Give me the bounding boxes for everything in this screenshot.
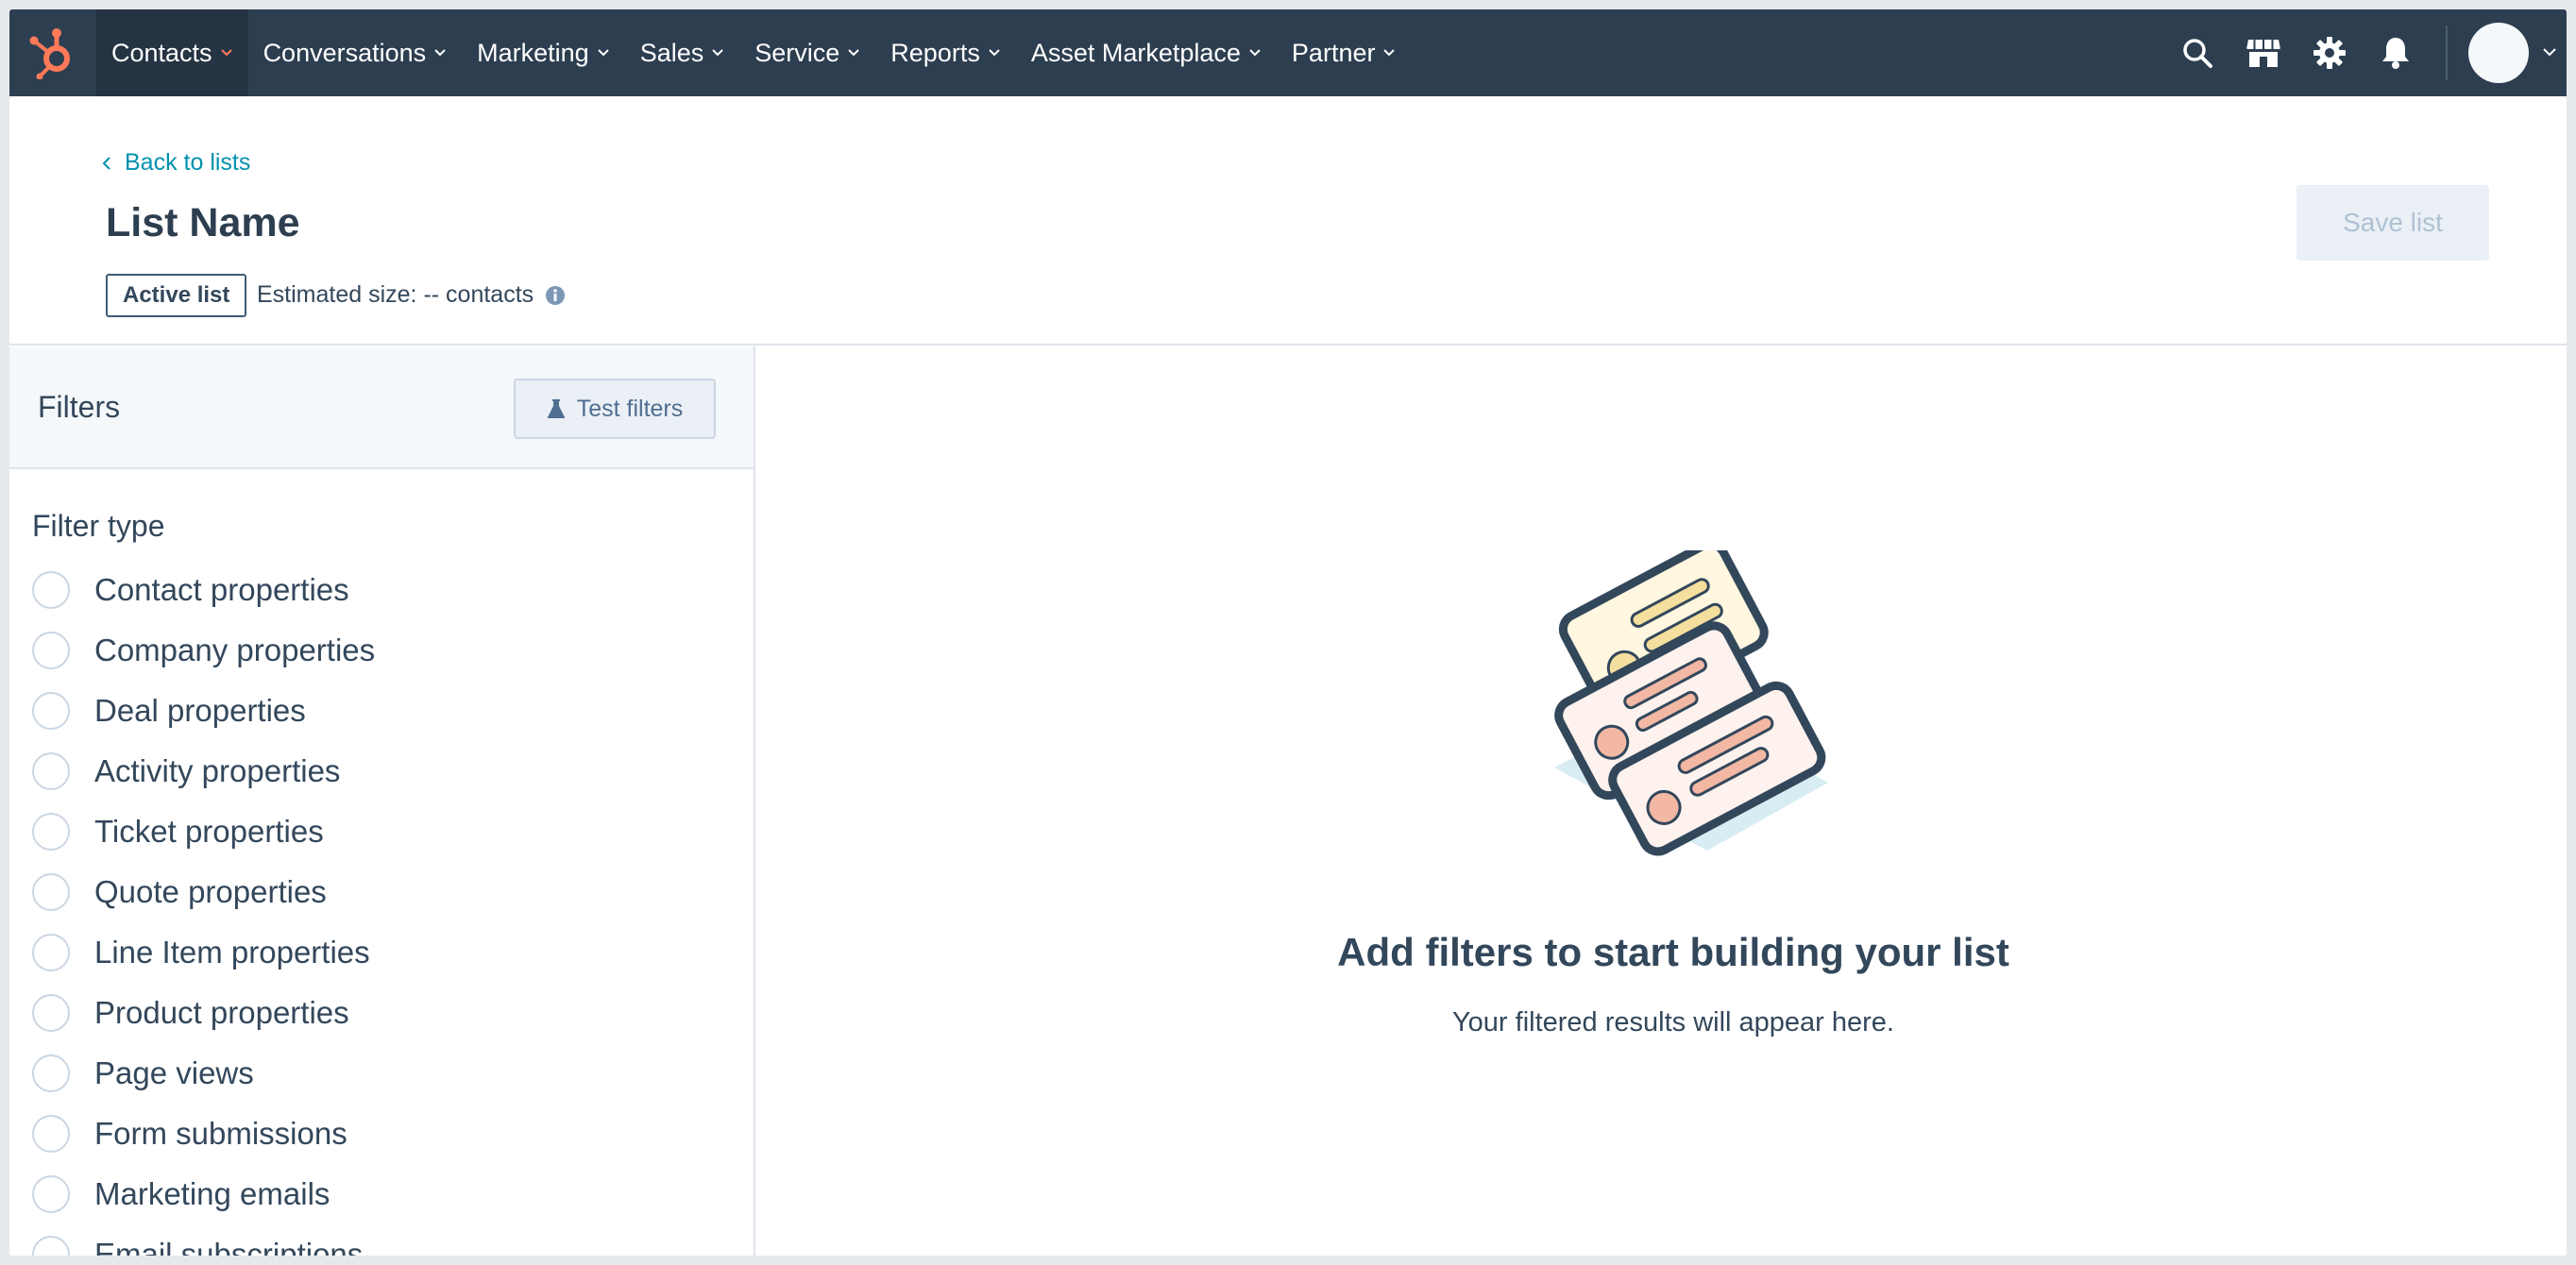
filter-type-label: Marketing emails (94, 1176, 330, 1211)
nav-divider (2446, 25, 2448, 80)
nav-marketing[interactable]: Marketing (462, 9, 625, 96)
back-to-lists-link[interactable]: Back to lists (102, 149, 250, 177)
bell-icon[interactable] (2363, 9, 2429, 96)
test-filters-button[interactable]: Test filters (514, 379, 716, 439)
back-to-lists-label: Back to lists (125, 149, 251, 176)
filter-type-company-properties[interactable]: Company properties (32, 620, 375, 681)
filter-type-label: Quote properties (94, 874, 327, 909)
filter-type-label: Line Item properties (94, 935, 370, 970)
filters-title: Filters (38, 390, 121, 424)
filter-type-ticket-properties[interactable]: Ticket properties (32, 801, 375, 862)
nav-marketing-label: Marketing (477, 38, 589, 67)
account-menu[interactable] (2468, 23, 2567, 83)
nav-conversations-label: Conversations (263, 38, 427, 67)
nav-contacts-label: Contacts (111, 38, 212, 67)
estimated-size-text: Estimated size: -- contacts (257, 281, 534, 308)
chevron-down-icon (1248, 48, 1262, 58)
nav-reports-label: Reports (890, 38, 980, 67)
search-icon[interactable] (2164, 9, 2230, 96)
filter-type-contact-properties[interactable]: Contact properties (32, 560, 375, 620)
info-icon[interactable] (545, 285, 566, 306)
chevron-down-icon (597, 48, 610, 58)
chevron-down-icon (220, 48, 233, 58)
radio-button[interactable] (32, 994, 70, 1032)
filter-type-product-properties[interactable]: Product properties (32, 983, 375, 1043)
chevron-down-icon (847, 48, 860, 58)
radio-button[interactable] (32, 1115, 70, 1153)
filter-type-quote-properties[interactable]: Quote properties (32, 862, 375, 922)
nav-service-label: Service (754, 38, 840, 67)
filter-type-deal-properties[interactable]: Deal properties (32, 681, 375, 741)
flask-icon (547, 398, 566, 419)
nav-asset-marketplace[interactable]: Asset Marketplace (1016, 9, 1277, 96)
top-navigation: Contacts Conversations Marketing Sales S… (9, 9, 2567, 96)
filter-type-label: Contact properties (94, 572, 349, 607)
chevron-down-icon (2542, 44, 2557, 61)
empty-state-subtitle: Your filtered results will appear here. (1451, 1007, 1894, 1037)
filter-type-label: Form submissions (94, 1116, 347, 1151)
radio-button[interactable] (32, 752, 70, 790)
empty-state-title: Add filters to start building your list (1337, 930, 2009, 974)
radio-button[interactable] (32, 1054, 70, 1092)
radio-button[interactable] (32, 813, 70, 851)
radio-button[interactable] (32, 571, 70, 609)
nav-reports[interactable]: Reports (875, 9, 1016, 96)
filter-type-label: Page views (94, 1055, 254, 1090)
filter-type-label: Activity properties (94, 753, 341, 788)
filter-type-label: Product properties (94, 995, 349, 1030)
save-list-button[interactable]: Save list (2296, 185, 2489, 261)
hubspot-logo-icon[interactable] (9, 9, 96, 96)
nav-asset-marketplace-label: Asset Marketplace (1030, 38, 1241, 67)
filter-type-marketing-emails[interactable]: Marketing emails (32, 1164, 375, 1224)
radio-button[interactable] (32, 1236, 70, 1256)
filter-type-form-submissions[interactable]: Form submissions (32, 1104, 375, 1164)
filter-type-label: Ticket properties (94, 814, 324, 849)
filter-type-label: Deal properties (94, 693, 306, 728)
chevron-down-icon (711, 48, 724, 58)
radio-button[interactable] (32, 632, 70, 669)
nav-conversations[interactable]: Conversations (248, 9, 463, 96)
nav-partner[interactable]: Partner (1277, 9, 1412, 96)
estimated-size: Estimated size: -- contacts (257, 281, 566, 309)
radio-button[interactable] (32, 934, 70, 971)
results-panel: Add filters to start building your list … (755, 346, 2567, 1256)
marketplace-icon[interactable] (2230, 9, 2296, 96)
chevron-down-icon (1382, 48, 1396, 58)
chevron-left-icon (102, 156, 111, 171)
filter-type-heading: Filter type (32, 509, 165, 543)
filters-panel-header: Filters Test filters (9, 346, 754, 469)
chevron-down-icon (988, 48, 1001, 58)
radio-button[interactable] (32, 873, 70, 911)
page-title[interactable]: List Name (106, 200, 300, 246)
filter-type-activity-properties[interactable]: Activity properties (32, 741, 375, 801)
app-window: Contacts Conversations Marketing Sales S… (9, 9, 2567, 1256)
filter-type-line-item-properties[interactable]: Line Item properties (32, 922, 375, 983)
nav-partner-label: Partner (1291, 38, 1376, 67)
avatar (2468, 23, 2529, 83)
nav-service[interactable]: Service (739, 9, 875, 96)
nav-sales[interactable]: Sales (625, 9, 740, 96)
nav-sales-label: Sales (639, 38, 704, 67)
chevron-down-icon (433, 48, 447, 58)
filters-panel: Filters Test filters Filter type Contact… (9, 346, 755, 1256)
radio-button[interactable] (32, 1175, 70, 1213)
list-header: Back to lists List Name Active list Esti… (9, 96, 2567, 346)
filter-type-email-subscriptions[interactable]: Email subscriptions (32, 1224, 375, 1256)
filter-type-page-views[interactable]: Page views (32, 1043, 375, 1104)
nav-contacts[interactable]: Contacts (96, 9, 248, 96)
filter-type-list: Contact properties Company properties De… (32, 560, 375, 1256)
test-filters-label: Test filters (576, 395, 684, 422)
list-type-badge: Active list (106, 274, 247, 317)
gear-icon[interactable] (2296, 9, 2363, 96)
empty-list-illustration (1528, 539, 1830, 867)
radio-button[interactable] (32, 692, 70, 730)
filter-type-label: Email subscriptions (94, 1237, 364, 1256)
nav-utilities (2164, 9, 2567, 96)
filter-type-label: Company properties (94, 632, 376, 667)
